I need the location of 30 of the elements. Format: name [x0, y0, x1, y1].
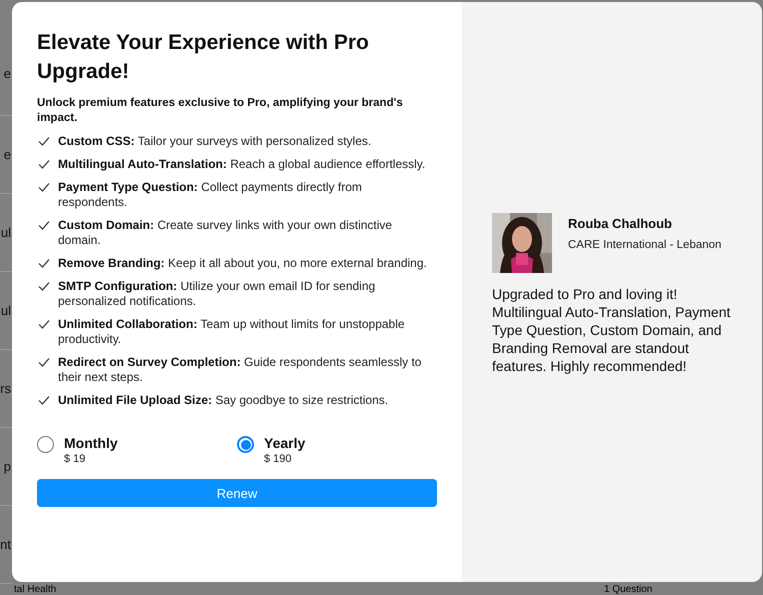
testimonial-quote: Upgraded to Pro and loving it! Multilingual Auto-Translation, Payment Type Question, Custom Domain, and Branding Removal are standout features. Highly recommended!: [492, 285, 732, 375]
feature-text: Redirect on Survey Completion: Guide respondents seamlessly to their next steps.: [58, 355, 422, 385]
feature-text: Payment Type Question: Collect payments directly from respondents.: [58, 180, 363, 210]
background-text: 1 Question: [604, 584, 652, 595]
feature-text: Multilingual Auto-Translation: Reach a global audience effortlessly.: [58, 157, 426, 172]
modal-title: Elevate Your Experience with Pro Upgrade!: [37, 30, 370, 85]
background-text: nt: [0, 537, 12, 552]
plan-price: $ 190: [264, 452, 293, 467]
background-text: ul: [0, 303, 12, 318]
reviewer-name: Rouba Chalhoub: [568, 216, 673, 231]
background-text: ul: [0, 225, 12, 240]
background-text: p: [4, 459, 12, 474]
background-text: rs: [0, 381, 12, 396]
plan-label: Monthly: [64, 435, 118, 452]
background-text: tal Health: [14, 584, 56, 595]
feature-text: Custom CSS: Tailor your surveys with personalized styles.: [58, 134, 372, 149]
plan-label: Yearly: [264, 435, 306, 452]
feature-text: SMTP Configuration: Utilize your own email ID for sending personalized notifications.: [58, 279, 376, 309]
plan-price: $ 19: [64, 452, 86, 467]
radio-button[interactable]: [37, 436, 54, 453]
background-text: e: [4, 66, 12, 81]
feature-text: Unlimited File Upload Size: Say goodbye to size restrictions.: [58, 393, 390, 408]
feature-text: Remove Branding: Keep it all about you, no more external branding.: [58, 256, 428, 271]
feature-text: Unlimited Collaboration: Team up without limits for unstoppable productivity.: [58, 317, 406, 347]
reviewer-organization: CARE International - Lebanon: [568, 239, 722, 251]
feature-text: Custom Domain: Create survey links with your own distinctive domain.: [58, 218, 394, 248]
renew-button[interactable]: Renew: [37, 479, 437, 507]
subtitle: Unlock premium features exclusive to Pro, amplifying your brand's impact.: [37, 96, 404, 126]
radio-button[interactable]: [237, 436, 254, 453]
background-text: e: [4, 147, 12, 162]
